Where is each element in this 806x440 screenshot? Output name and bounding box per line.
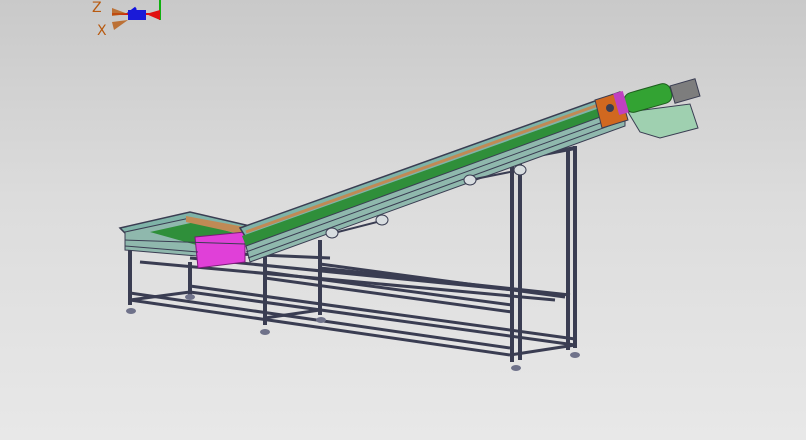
cad-viewport[interactable]: Z X (0, 0, 806, 440)
incline-belt-conveyor-model[interactable] (118, 78, 701, 371)
x-axis-label: X (97, 23, 107, 39)
infeed-section (118, 211, 251, 269)
z-axis-label: Z (92, 0, 102, 16)
base-frame (129, 248, 576, 357)
cad-scene[interactable]: Z X (0, 0, 806, 440)
axis-triad-icon: Z X (92, 0, 161, 39)
